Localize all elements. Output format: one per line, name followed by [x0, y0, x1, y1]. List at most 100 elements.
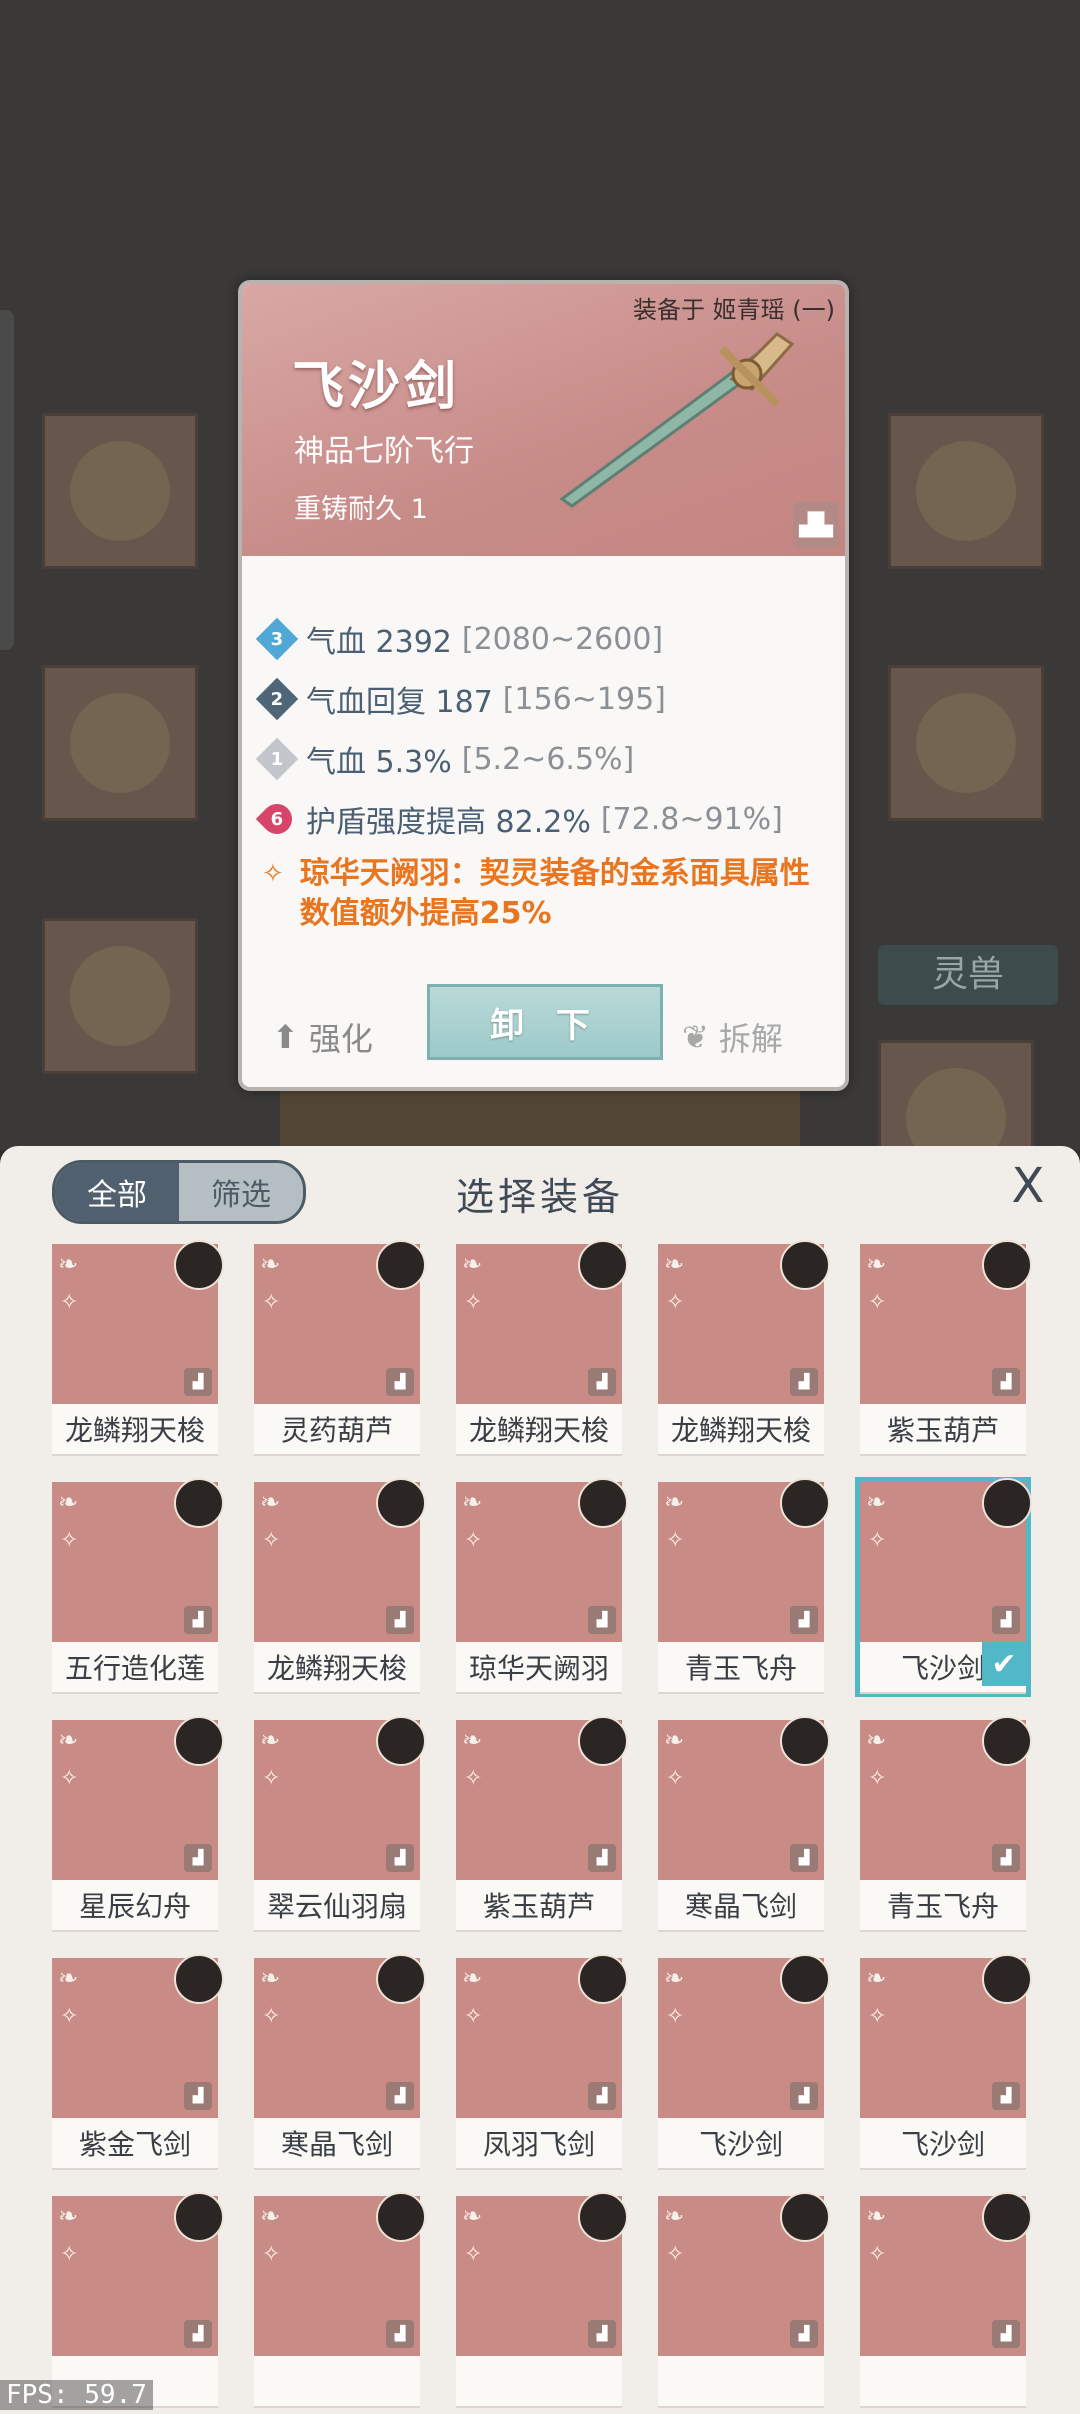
owner-avatar: [376, 1716, 426, 1766]
element-icon: ✧: [60, 1528, 79, 1553]
element-icon: ✧: [666, 1766, 685, 1791]
equipment-card[interactable]: ❧ ✧ ▟ 龙鳞翔天梭: [254, 1478, 426, 1694]
bg-equip-slot: [888, 413, 1044, 569]
element-icon: ✧: [666, 2242, 685, 2267]
equipment-card[interactable]: ❧ ✧ ▟: [658, 2192, 830, 2408]
lock-icon: ▟: [184, 2082, 212, 2110]
lock-icon: ▟: [992, 2082, 1020, 2110]
equipment-name: 青玉飞舟: [860, 1880, 1026, 1932]
wing-icon: ❧: [866, 1964, 887, 1992]
pet-tab[interactable]: 灵兽: [878, 945, 1058, 1005]
wing-icon: ❧: [260, 1250, 281, 1278]
lock-icon: ▟: [184, 1606, 212, 1634]
equipment-card[interactable]: ❧ ✧ ▟: [254, 2192, 426, 2408]
equipment-card[interactable]: ❧ ✧ ▟: [456, 2192, 628, 2408]
wing-icon: ❧: [866, 1726, 887, 1754]
equipment-card[interactable]: ❧ ✧ ▟: [860, 2192, 1032, 2408]
lock-icon: ▟: [588, 1844, 616, 1872]
equipment-name: 紫玉葫芦: [456, 1880, 622, 1932]
wing-icon: ❧: [866, 1488, 887, 1516]
element-icon: ✧: [464, 1766, 483, 1791]
element-icon: ✧: [464, 1528, 483, 1553]
lock-icon: ▟: [386, 2320, 414, 2348]
wing-icon: ❧: [866, 1250, 887, 1278]
equipment-name: 寒晶飞剑: [658, 1880, 824, 1932]
equipment-select-panel: 全部 筛选 选择装备 X ❧ ✧ ▟ 龙鳞翔天梭 ❧ ✧ ▟ 灵药葫芦 ❧ ✧ ▟ 龙鳞翔天梭 ❧ ✧ ▟ 龙…: [0, 1146, 1080, 2414]
stat-range: [156~195]: [502, 681, 666, 717]
bg-equip-slot: [888, 665, 1044, 821]
strengthen-button[interactable]: ⬆ 强化: [272, 1014, 373, 1060]
equipment-card[interactable]: ❧ ✧ ▟ 寒晶飞剑: [658, 1716, 830, 1932]
owner-avatar: [982, 1954, 1032, 2004]
equipment-name: [254, 2356, 420, 2408]
lock-icon: ▟: [790, 1844, 818, 1872]
owner-avatar: [780, 1240, 830, 1290]
lock-icon: ▟: [588, 2320, 616, 2348]
left-edge-handle: [0, 310, 14, 650]
equipment-card[interactable]: ❧ ✧ ▟ 紫玉葫芦: [860, 1240, 1032, 1456]
equipment-card[interactable]: ❧ ✧ ▟ 五行造化莲: [52, 1478, 224, 1694]
unequip-button[interactable]: 卸 下: [427, 984, 663, 1060]
equipment-card[interactable]: ❧ ✧ ▟ 灵药葫芦: [254, 1240, 426, 1456]
element-icon: ✧: [262, 2004, 281, 2029]
equipment-name: 凤羽飞剑: [456, 2118, 622, 2170]
equipment-card[interactable]: ❧ ✧ ▟: [52, 2192, 224, 2408]
equipment-card[interactable]: ❧ ✧ ▟ 寒晶飞剑: [254, 1954, 426, 2170]
equipment-card[interactable]: ❧ ✧ ▟ 龙鳞翔天梭: [456, 1240, 628, 1456]
element-icon: ✧: [262, 1528, 281, 1553]
equipment-card[interactable]: ❧ ✧ ▟ 飞沙剑: [860, 1954, 1032, 2170]
equipment-card[interactable]: ❧ ✧ ▟ 凤羽飞剑: [456, 1954, 628, 2170]
equipment-name: [860, 2356, 1026, 2408]
wing-icon: ❧: [664, 1488, 685, 1516]
close-button[interactable]: X: [1002, 1158, 1054, 1214]
equipment-card[interactable]: ❧ ✧ ▟ 飞沙剑: [658, 1954, 830, 2170]
stat-range: [72.8~91%]: [600, 801, 783, 837]
lock-icon[interactable]: ▟▙: [793, 502, 839, 548]
bg-equip-slot: [878, 1040, 1034, 1150]
special-effect-icon: ✧: [262, 859, 284, 889]
equipment-card[interactable]: ❧ ✧ ▟ 紫金飞剑: [52, 1954, 224, 2170]
owner-avatar: [578, 2192, 628, 2242]
owner-avatar: [174, 1716, 224, 1766]
lock-icon: ▟: [790, 1368, 818, 1396]
lock-icon: ▟: [184, 1368, 212, 1396]
owner-avatar: [982, 1240, 1032, 1290]
element-icon: ✧: [868, 1528, 887, 1553]
owner-avatar: [780, 1954, 830, 2004]
equipment-card[interactable]: ❧ ✧ ▟ 星辰幻舟: [52, 1716, 224, 1932]
lock-icon: ▟: [790, 2082, 818, 2110]
equipment-card[interactable]: ❧ ✧ ▟ 龙鳞翔天梭: [658, 1240, 830, 1456]
equipment-card[interactable]: ❧ ✧ ▟ 翠云仙羽扇: [254, 1716, 426, 1932]
equipment-name: [658, 2356, 824, 2408]
equipment-card[interactable]: ❧ ✧ ▟ 青玉飞舟: [658, 1478, 830, 1694]
element-icon: ✧: [868, 2004, 887, 2029]
element-icon: ✧: [60, 1290, 79, 1315]
stat-text: 气血回复 187: [306, 685, 493, 720]
stat-row: 1 气血 5.3% [5.2~6.5%]: [255, 734, 634, 784]
equipment-card[interactable]: ❧ ✧ ▟ 飞沙剑 ✔: [855, 1477, 1032, 1697]
item-recast-durability: 重铸耐久 1: [294, 494, 428, 525]
element-icon: ✧: [666, 1528, 685, 1553]
equipment-card[interactable]: ❧ ✧ ▟ 琼华天阙羽: [456, 1478, 628, 1694]
element-icon: ✧: [464, 2004, 483, 2029]
element-icon: ✧: [868, 1290, 887, 1315]
owner-avatar: [578, 1716, 628, 1766]
owner-avatar: [982, 2192, 1032, 2242]
equipment-name: 龙鳞翔天梭: [456, 1404, 622, 1456]
stat-range: [2080~2600]: [461, 621, 664, 657]
owner-avatar: [376, 1954, 426, 2004]
equipment-card[interactable]: ❧ ✧ ▟ 紫玉葫芦: [456, 1716, 628, 1932]
wing-icon: ❧: [462, 2202, 483, 2230]
lock-icon: ▟: [588, 2082, 616, 2110]
owner-avatar: [174, 2192, 224, 2242]
dismantle-button[interactable]: ❦ 拆解: [682, 1014, 783, 1060]
wing-icon: ❧: [260, 2202, 281, 2230]
stat-row: 2 气血回复 187 [156~195]: [255, 674, 666, 724]
item-grade: 神品七阶飞行: [294, 434, 474, 469]
equipment-card[interactable]: ❧ ✧ ▟ 龙鳞翔天梭: [52, 1240, 224, 1456]
element-icon: ✧: [262, 1290, 281, 1315]
element-icon: ✧: [60, 1766, 79, 1791]
stat-rank-icon: 2: [255, 677, 299, 721]
equipment-name: 琼华天阙羽: [456, 1642, 622, 1694]
equipment-card[interactable]: ❧ ✧ ▟ 青玉飞舟: [860, 1716, 1032, 1932]
